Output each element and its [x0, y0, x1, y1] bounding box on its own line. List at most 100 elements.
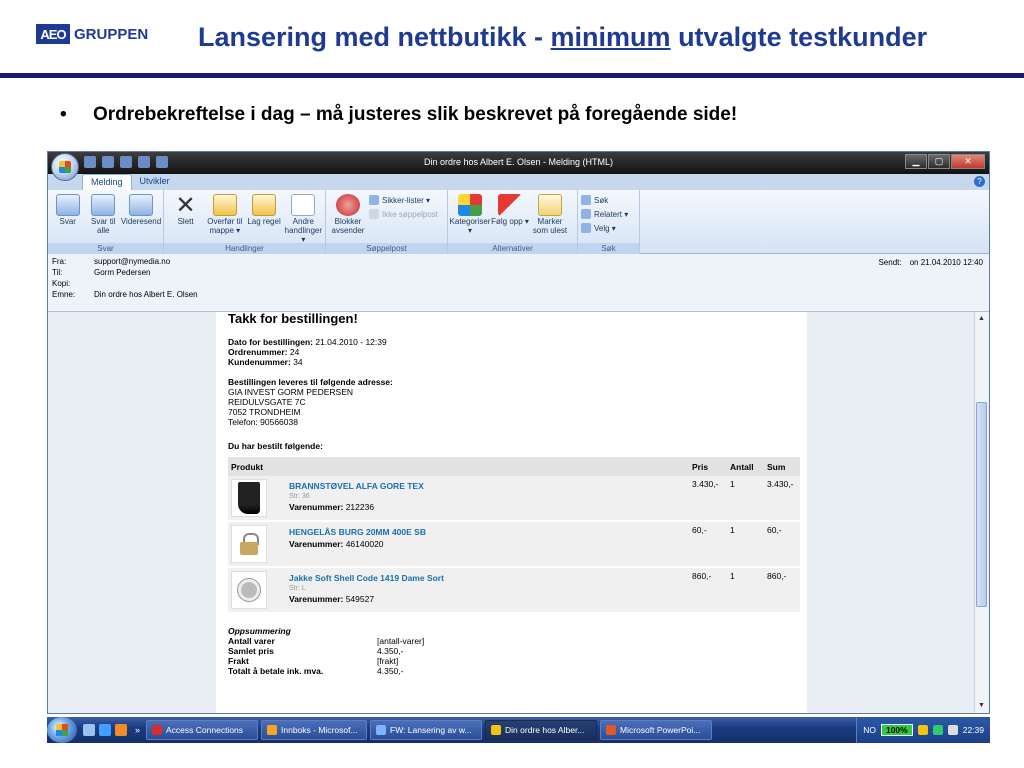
- show-desktop-icon[interactable]: [83, 724, 95, 736]
- scroll-down-icon[interactable]: ▼: [976, 701, 987, 711]
- subject-label: Emne:: [52, 290, 76, 299]
- envelope-icon: [538, 194, 562, 216]
- office-logo-icon: [59, 161, 71, 173]
- clock[interactable]: 22:39: [963, 725, 984, 735]
- forward-icon: [129, 194, 153, 216]
- battery-indicator[interactable]: 100%: [880, 724, 913, 736]
- start-button[interactable]: [47, 717, 77, 743]
- product-name-link[interactable]: Jakke Soft Shell Code 1419 Dame Sort: [289, 573, 686, 583]
- move-folder-label: Overfør til mappe ▾: [207, 217, 243, 235]
- not-junk-label: Ikke søppelpost: [382, 209, 439, 219]
- product-name-link[interactable]: HENGELÅS BURG 20MM 400E SB: [289, 527, 686, 537]
- product-price: 60,-: [689, 521, 727, 568]
- help-icon[interactable]: ?: [974, 176, 985, 187]
- quick-launch-chevron-icon[interactable]: »: [135, 725, 140, 735]
- product-sum: 60,-: [764, 521, 800, 568]
- scroll-thumb[interactable]: [976, 402, 987, 607]
- address-heading: Bestillingen leveres til følgende adress…: [228, 377, 393, 387]
- window-titlebar: Din ordre hos Albert E. Olsen - Melding …: [48, 152, 989, 181]
- group-label-soppelpost: Søppelpost: [326, 243, 447, 254]
- safe-lists-button[interactable]: Sikker-lister ▾: [369, 194, 438, 206]
- summary-key: Samlet pris: [228, 646, 274, 656]
- volume-icon[interactable]: [947, 725, 958, 735]
- table-row: HENGELÅS BURG 20MM 400E SB Varenummer: 46…: [228, 521, 800, 568]
- table-row: Jakke Soft Shell Code 1419 Dame Sort Str:…: [228, 567, 800, 614]
- address-line: Telefon: 90566038: [228, 417, 298, 427]
- summary-key: Frakt: [228, 656, 249, 666]
- sent-value: on 21.04.2010 12:40: [909, 258, 983, 267]
- ordered-heading: Du har bestilt følgende:: [228, 441, 323, 451]
- taskbar-item-inbox[interactable]: Innboks - Microsof...: [261, 720, 368, 740]
- varenr-value: 549527: [343, 594, 375, 604]
- product-thumbnail[interactable]: [231, 525, 267, 563]
- to-row: Til: Gorm Pedersen: [52, 268, 985, 279]
- quick-launch: [83, 724, 127, 736]
- order-date-label: Dato for bestillingen:: [228, 337, 313, 347]
- to-value[interactable]: Gorm Pedersen: [94, 268, 150, 279]
- summary-value: 4.350,-: [377, 666, 404, 676]
- logo-text: GRUPPEN: [74, 25, 149, 43]
- mail-icon: [376, 725, 387, 735]
- title-underlined: minimum: [550, 22, 671, 52]
- firefox-icon[interactable]: [115, 724, 127, 736]
- varenr-value: 46140020: [343, 539, 384, 549]
- order-number: 24: [287, 347, 300, 357]
- customer-number: 34: [290, 357, 303, 367]
- tab-utvikler[interactable]: Utvikler: [132, 174, 178, 190]
- product-thumbnail[interactable]: [231, 571, 267, 609]
- taskbar-label: Access Connections: [166, 725, 244, 735]
- title-part-1: Lansering med nettbutikk -: [198, 22, 551, 52]
- minimize-button[interactable]: ▁: [905, 154, 927, 169]
- network-icon[interactable]: [917, 725, 928, 735]
- language-indicator[interactable]: NO: [863, 725, 876, 735]
- summary-row: Samlet pris 4.350,-: [228, 646, 799, 656]
- order-number-label: Ordrenummer:: [228, 347, 288, 357]
- safe-lists-icon: [369, 195, 379, 205]
- from-value[interactable]: support@nymedia.no: [94, 257, 170, 268]
- taskbar-label: Din ordre hos Alber...: [505, 725, 585, 735]
- not-junk-button: Ikke søppelpost: [369, 208, 438, 220]
- summary-row: Frakt [frakt]: [228, 656, 799, 666]
- to-label: Til:: [52, 268, 63, 277]
- other-actions-label: Andre handlinger ▾: [284, 217, 323, 244]
- forward-label: Videresend: [120, 217, 162, 226]
- table-row: BRANNSTØVEL ALFA GORE TEX Str: 36 Varenumm…: [228, 476, 800, 522]
- taskbar-item-powerpoint[interactable]: Microsoft PowerPoi...: [600, 720, 713, 740]
- maximize-button[interactable]: ▢: [928, 154, 950, 169]
- search-icon: [581, 195, 591, 205]
- related-icon: [581, 209, 591, 219]
- tab-melding[interactable]: Melding: [82, 174, 132, 190]
- close-button[interactable]: ✕: [951, 154, 985, 169]
- delete-label: Slett: [177, 217, 194, 226]
- taskbar-item-access-connections[interactable]: Access Connections: [146, 720, 259, 740]
- logo-mark: AEO: [36, 24, 70, 44]
- ribbon-group-soppelpost: Blokker avsender Sikker-lister ▾ Ikke sø…: [326, 190, 448, 254]
- product-name-link[interactable]: BRANNSTØVEL ALFA GORE TEX: [289, 481, 686, 491]
- product-sum: 860,-: [764, 567, 800, 614]
- taskbar-item-fw-mail[interactable]: FW: Lansering av w...: [370, 720, 483, 740]
- select-button[interactable]: Velg ▾: [581, 222, 628, 234]
- boot-image: [238, 482, 260, 514]
- outlook-message-window: Din ordre hos Albert E. Olsen - Melding …: [47, 151, 990, 714]
- ribbon-group-alternativer: Kategoriser ▾ Følg opp ▾ Marker som ules…: [448, 190, 578, 254]
- security-icon[interactable]: [932, 725, 943, 735]
- follow-up-label: Følg opp ▾: [491, 217, 529, 226]
- product-qty: 1: [727, 521, 764, 568]
- products-table: Produkt Pris Antall Sum BRANNSTØVEL ALFA…: [228, 457, 800, 614]
- ie-icon[interactable]: [99, 724, 111, 736]
- taskbar-label: Innboks - Microsof...: [281, 725, 358, 735]
- related-button[interactable]: Relatert ▾: [581, 208, 628, 220]
- product-sum: 3.430,-: [764, 476, 800, 522]
- office-button[interactable]: [51, 153, 79, 181]
- order-info: Dato for bestillingen: 21.04.2010 - 12:3…: [228, 337, 799, 367]
- vertical-scrollbar[interactable]: ▲ ▼: [974, 312, 988, 713]
- varenr-label: Varenummer:: [289, 502, 344, 512]
- reply-all-icon: [91, 194, 116, 216]
- taskbar-item-din-ordre[interactable]: Din ordre hos Alber...: [485, 720, 598, 740]
- product-price: 860,-: [689, 567, 727, 614]
- outlook-icon: [267, 725, 278, 735]
- scroll-up-icon[interactable]: ▲: [976, 314, 987, 324]
- window-title: Din ordre hos Albert E. Olsen - Melding …: [423, 157, 614, 167]
- product-thumbnail[interactable]: [231, 479, 267, 517]
- search-button[interactable]: Søk: [581, 194, 628, 206]
